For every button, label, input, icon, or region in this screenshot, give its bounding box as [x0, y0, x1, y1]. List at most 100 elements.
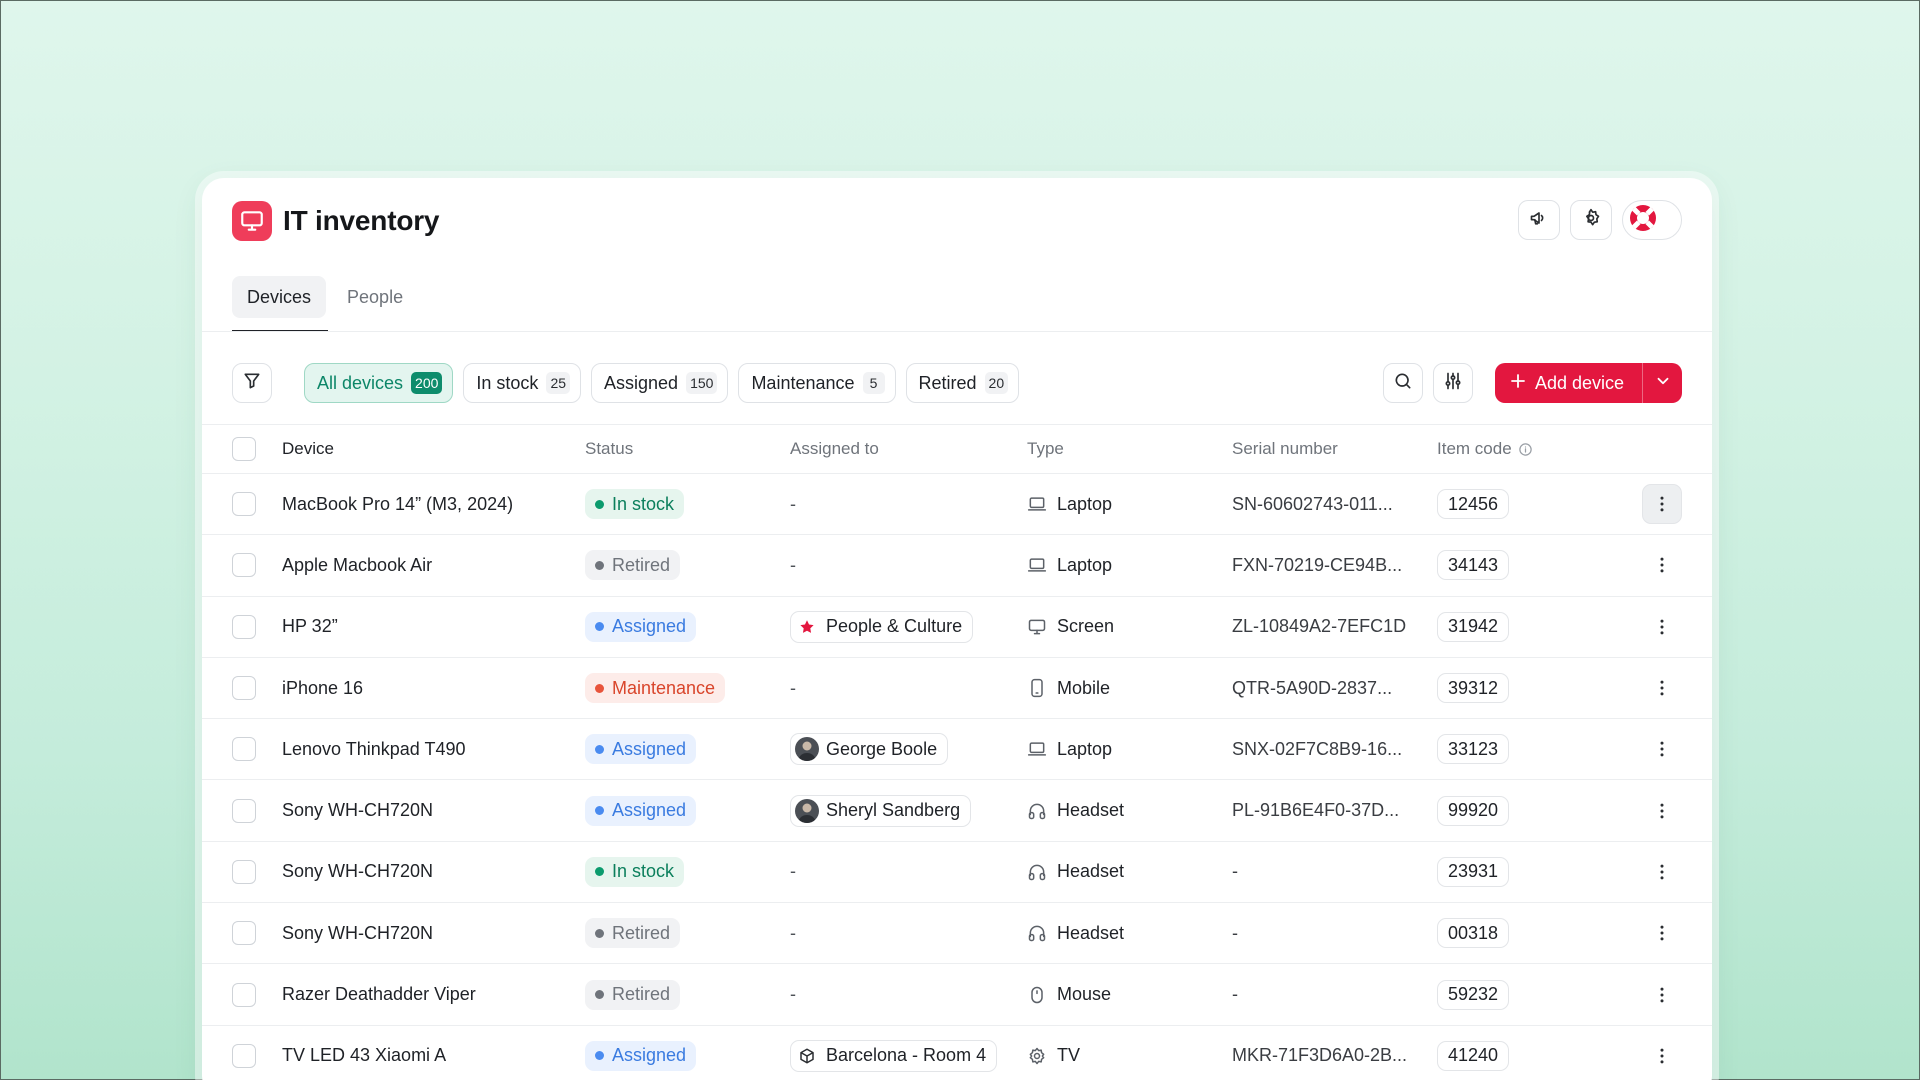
table-row[interactable]: Sony WH-CH720N In stock - Headset - 23931 [202, 840, 1712, 902]
column-settings-button[interactable] [1432, 363, 1473, 403]
column-header-status[interactable]: Status [585, 425, 633, 473]
more-vertical-icon [1652, 923, 1672, 943]
add-device-split-button: Add device [1494, 363, 1682, 403]
filter-button[interactable] [232, 363, 272, 403]
add-device-button[interactable]: Add device [1495, 363, 1642, 403]
chevron-down-icon [1654, 372, 1672, 395]
more-vertical-icon [1652, 1046, 1672, 1066]
filter-assigned[interactable]: Assigned 150 [591, 363, 729, 403]
column-header-assigned-to[interactable]: Assigned to [790, 425, 879, 473]
table-row[interactable]: HP 32” Assigned People & Culture Screen ZL-1… [202, 595, 1712, 657]
filter-retired[interactable]: Retired 20 [905, 363, 1020, 403]
status-dot [595, 744, 604, 754]
row-checkbox[interactable] [232, 1043, 256, 1068]
row-menu-button[interactable] [1642, 729, 1682, 769]
status-label: Assigned [612, 800, 687, 821]
select-all-checkbox[interactable] [232, 437, 256, 461]
assignee-chip[interactable]: Barcelona - Room 4 [790, 1039, 998, 1072]
unassigned-dash: - [790, 677, 796, 698]
inventory-card: IT inventory Devices People All devices … [202, 178, 1712, 1080]
status-dot [595, 683, 604, 693]
serial-number: FXN-70219-CE94B... [1232, 554, 1403, 575]
pill-label: Retired [918, 372, 977, 393]
search-button[interactable] [1382, 363, 1423, 403]
row-menu-button[interactable] [1642, 484, 1682, 525]
serial-number: PL-91B6E4F0-37D... [1232, 800, 1400, 821]
item-code-badge: 00318 [1437, 918, 1510, 949]
row-checkbox[interactable] [232, 859, 256, 884]
row-checkbox[interactable] [232, 614, 256, 639]
mobile-phone-icon [1027, 678, 1047, 698]
column-header-serial-number[interactable]: Serial number [1232, 425, 1338, 473]
row-menu-button[interactable] [1642, 913, 1682, 953]
column-header-device[interactable]: Device [282, 425, 334, 473]
row-checkbox[interactable] [232, 798, 256, 823]
column-header-item-code[interactable]: Item code [1437, 425, 1533, 473]
status-dot [595, 499, 604, 509]
item-code-badge: 12456 [1437, 489, 1510, 520]
assignee-chip[interactable]: People & Culture [790, 610, 974, 643]
row-menu-button[interactable] [1642, 545, 1682, 585]
settings-button[interactable] [1570, 200, 1612, 240]
announcements-button[interactable] [1518, 200, 1560, 240]
help-button[interactable] [1622, 200, 1682, 240]
row-menu-button[interactable] [1642, 1036, 1682, 1076]
row-checkbox[interactable] [232, 737, 256, 762]
info-icon[interactable] [1518, 442, 1533, 457]
device-type: Laptop [1057, 738, 1113, 759]
table-row[interactable]: iPhone 16 Maintenance - Mobile QTR-5A90D-283… [202, 656, 1712, 718]
row-menu-button[interactable] [1642, 975, 1682, 1015]
assignee-chip[interactable]: Sheryl Sandberg [790, 794, 972, 827]
table-row[interactable]: Sony WH-CH720N Assigned Sheryl Sandberg Hea… [202, 779, 1712, 840]
table-row[interactable]: Lenovo Thinkpad T490 Assigned George Boole… [202, 718, 1712, 779]
device-name: Apple Macbook Air [282, 554, 433, 575]
add-options-dropdown[interactable] [1642, 363, 1682, 403]
table-row[interactable]: MacBook Pro 14” (M3, 2024) In stock - Lapto… [202, 473, 1712, 534]
unassigned-dash: - [790, 861, 796, 882]
item-code-badge: 33123 [1437, 734, 1510, 765]
row-menu-button[interactable] [1642, 607, 1682, 647]
table-row[interactable]: Sony WH-CH720N Retired - Headset - 00318 [202, 902, 1712, 963]
headphones-icon [1027, 801, 1047, 821]
row-menu-button[interactable] [1642, 668, 1682, 708]
device-name: Sony WH-CH720N [282, 922, 434, 943]
device-name: Razer Deathadder Viper [282, 984, 476, 1005]
row-checkbox[interactable] [232, 553, 256, 578]
filter-in-stock[interactable]: In stock 25 [463, 363, 582, 403]
status-badge: Maintenance [585, 673, 726, 704]
unassigned-dash: - [790, 922, 796, 943]
page-title: IT inventory [283, 205, 440, 236]
row-checkbox[interactable] [232, 492, 256, 517]
device-type: Mouse [1057, 984, 1112, 1005]
table-row[interactable]: Apple Macbook Air Retired - Laptop FXN-70219… [202, 534, 1712, 595]
box-icon [795, 1044, 819, 1068]
unassigned-dash: - [790, 984, 796, 1005]
tab-bar: Devices People [232, 276, 418, 318]
tab-devices[interactable]: Devices [232, 276, 327, 318]
header-actions [1518, 200, 1682, 240]
device-type: TV [1057, 1045, 1081, 1066]
assignee-name: Sheryl Sandberg [826, 800, 961, 821]
filter-all-devices[interactable]: All devices 200 [304, 363, 454, 403]
table-row[interactable]: Razer Deathadder Viper Retired - Mouse - 5923… [202, 963, 1712, 1024]
row-checkbox[interactable] [232, 982, 256, 1007]
row-menu-button[interactable] [1642, 852, 1682, 892]
assignee-chip[interactable]: George Boole [790, 733, 949, 766]
status-dot [595, 867, 604, 877]
serial-number: QTR-5A90D-2837... [1232, 677, 1393, 698]
pill-label: Maintenance [751, 372, 855, 393]
status-badge: In stock [585, 489, 685, 520]
tab-people[interactable]: People [332, 276, 418, 318]
row-checkbox[interactable] [232, 676, 256, 701]
row-checkbox[interactable] [232, 921, 256, 946]
filter-maintenance[interactable]: Maintenance 5 [738, 363, 896, 403]
device-type: Headset [1057, 922, 1125, 943]
column-header-type[interactable]: Type [1027, 425, 1064, 473]
status-badge: Assigned [585, 795, 697, 826]
more-vertical-icon [1652, 678, 1672, 698]
status-label: Assigned [612, 1045, 687, 1066]
item-code-badge: 23931 [1437, 856, 1510, 887]
row-menu-button[interactable] [1642, 791, 1682, 831]
status-badge: Retired [585, 918, 681, 949]
table-row[interactable]: TV LED 43 Xiaomi A Assigned Barcelona - Ro… [202, 1024, 1712, 1080]
